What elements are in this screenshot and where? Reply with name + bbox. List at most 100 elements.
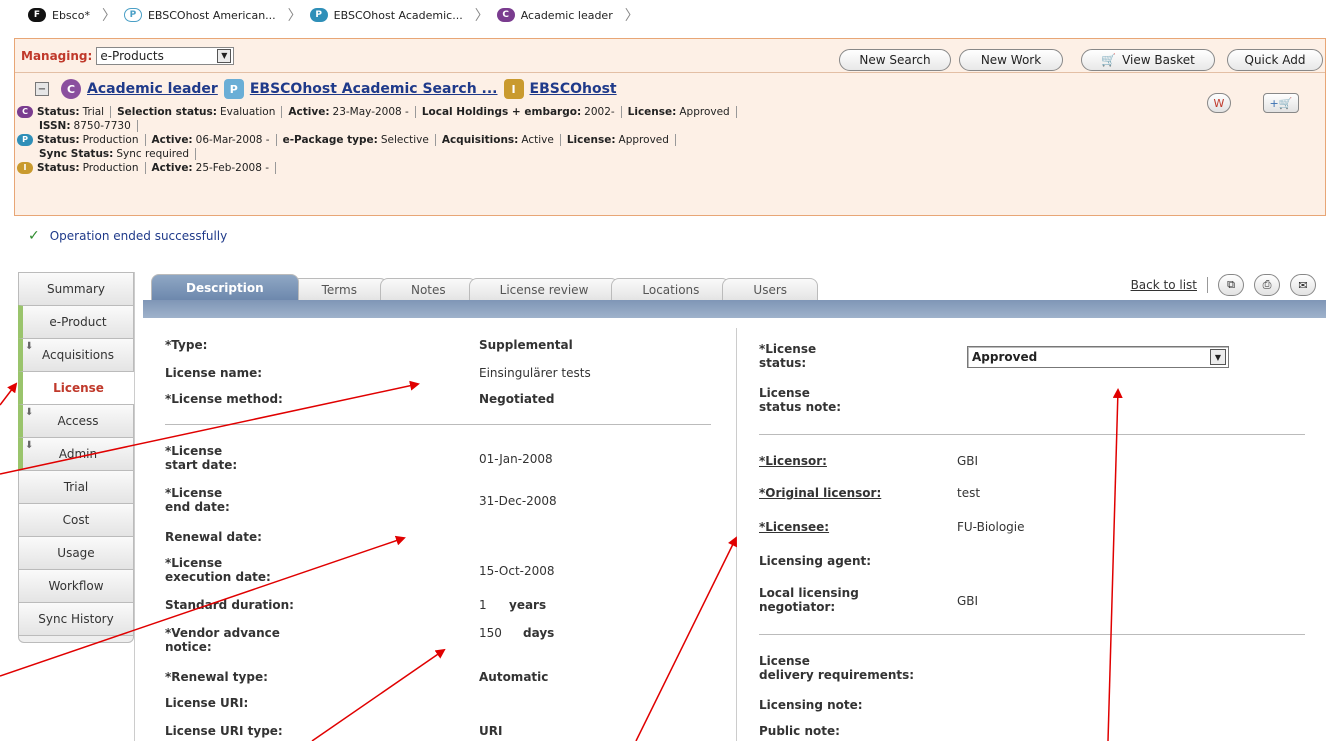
issn-value: 8750-7730 <box>73 120 131 132</box>
view-basket-button[interactable]: 🛒 View Basket <box>1081 49 1215 71</box>
standard-duration-unit: years <box>509 598 547 612</box>
p-badge-icon: P <box>123 8 142 22</box>
tab-terms[interactable]: Terms <box>290 278 388 300</box>
standard-duration-label: Standard duration: <box>165 598 294 612</box>
print-icon[interactable]: ⎙ <box>1254 274 1280 296</box>
package-type-label: e-Package type: <box>282 134 378 146</box>
ebscohost-link[interactable]: EBSCOhost <box>530 81 617 97</box>
licensee-link[interactable]: *Licensee: <box>759 520 829 534</box>
vendor-notice-label: *Vendor advance notice: <box>165 626 280 654</box>
add-to-basket-icon[interactable]: +🛒 <box>1263 93 1299 113</box>
license-uri-type-value: URI <box>479 724 503 738</box>
tab-notes[interactable]: Notes <box>379 278 477 300</box>
label-line: end date: <box>165 500 230 514</box>
copy-icon[interactable]: ⧉ <box>1218 274 1244 296</box>
label-line: execution date: <box>165 570 271 584</box>
sidebar-item-trial[interactable]: Trial <box>18 470 134 503</box>
active-value: 06-Mar-2008 - <box>195 134 270 146</box>
start-date-label: *License start date: <box>165 444 237 472</box>
sidebar-item-workflow[interactable]: Workflow <box>18 569 134 602</box>
sidebar-item-sync-history[interactable]: Sync History <box>18 602 134 635</box>
license-label: License: <box>566 134 616 146</box>
managing-select[interactable]: e-Products ▼ <box>96 46 235 65</box>
collapse-icon[interactable]: − <box>35 82 49 96</box>
label-line: negotiator: <box>759 600 836 614</box>
renewal-type-label: *Renewal type: <box>165 670 268 684</box>
managing-select-value: e-Products <box>100 48 164 63</box>
breadcrumb: F Ebsco* 〉 P EBSCOhost American... 〉 P E… <box>0 0 1326 30</box>
label-line: delivery requirements: <box>759 668 915 682</box>
label-line: *License <box>165 556 223 570</box>
academic-search-link[interactable]: EBSCOhost Academic Search ... <box>250 81 498 97</box>
academic-leader-link[interactable]: Academic leader <box>87 81 218 97</box>
sidebar-item-label: Trial <box>63 480 89 494</box>
breadcrumb-item-american[interactable]: P EBSCOhost American... <box>118 5 286 25</box>
annotation-arrow <box>0 382 18 406</box>
license-uri-label: License URI: <box>165 696 249 710</box>
breadcrumb-label: EBSCOhost American... <box>147 8 276 22</box>
licensor-value: GBI <box>957 454 979 468</box>
sidebar-item-usage[interactable]: Usage <box>18 536 134 569</box>
sidebar-item-license[interactable]: License <box>18 371 134 404</box>
tab-license-review[interactable]: License review <box>468 278 620 300</box>
status-label: Status: <box>37 162 80 174</box>
divider <box>759 434 1305 435</box>
active-label: Active: <box>151 134 193 146</box>
tab-description[interactable]: Description <box>151 274 299 300</box>
license-value: Approved <box>679 106 730 118</box>
success-message-text: Operation ended successfully <box>49 229 228 243</box>
licensor-link[interactable]: *Licensor: <box>759 454 827 468</box>
sidebar-item-access[interactable]: ⬇ Access <box>18 404 134 437</box>
sidebar-item-acquisitions[interactable]: ⬇ Acquisitions <box>18 338 134 371</box>
worldcat-icon[interactable]: W <box>1207 93 1231 113</box>
standard-duration-value: 1 <box>479 598 487 612</box>
breadcrumb-item-academic[interactable]: P EBSCOhost Academic... <box>304 5 473 25</box>
breadcrumb-item-ebsco[interactable]: F Ebsco* <box>22 5 100 25</box>
renewal-date-label: Renewal date: <box>165 530 262 544</box>
new-search-button[interactable]: New Search <box>839 49 951 71</box>
license-label: License: <box>627 106 677 118</box>
original-licensor-link[interactable]: *Original licensor: <box>759 486 881 500</box>
licensing-note-label: Licensing note: <box>759 698 863 712</box>
sidebar-item-cost[interactable]: Cost <box>18 503 134 536</box>
sidebar-item-summary[interactable]: Summary <box>18 272 134 305</box>
license-method-value: Negotiated <box>479 392 555 406</box>
license-value: Approved <box>618 134 669 146</box>
breadcrumb-label: Academic leader <box>520 8 613 22</box>
label-line: start date: <box>165 458 238 472</box>
label-line: *License <box>165 486 223 500</box>
tab-locations[interactable]: Locations <box>611 278 731 300</box>
title-row: − C Academic leader P EBSCOhost Academic… <box>15 73 1325 113</box>
sidebar-item-admin[interactable]: ⬇ Admin <box>18 437 134 470</box>
chevron-right-icon: 〉 <box>287 8 302 24</box>
status-line-p: P Status: Production Active: 06-Mar-2008 -… <box>15 133 1325 147</box>
license-status-select[interactable]: Approved ▼ <box>967 346 1229 368</box>
acquisitions-label: Acquisitions: <box>441 134 519 146</box>
breadcrumb-label: EBSCOhost Academic... <box>333 8 463 22</box>
back-to-list-link[interactable]: Back to list <box>1131 278 1197 292</box>
type-label: *Type: <box>165 338 208 352</box>
license-name-label: License name: <box>165 366 263 380</box>
breadcrumb-item-leader[interactable]: C Academic leader <box>491 5 623 25</box>
package-type-value: Selective <box>380 134 429 146</box>
licensing-agent-label: Licensing agent: <box>759 554 872 568</box>
issn-line: ISSN: 8750-7730 <box>15 119 1325 133</box>
license-panel: Description Terms Notes License review L… <box>134 272 1326 741</box>
divider <box>759 634 1305 635</box>
sidebar-item-e-product[interactable]: e-Product <box>18 305 134 338</box>
license-name-value: Einsingulärer tests <box>479 366 591 380</box>
tab-users[interactable]: Users <box>722 278 819 300</box>
quick-add-button[interactable]: Quick Add <box>1227 49 1323 71</box>
email-icon[interactable]: ✉ <box>1290 274 1316 296</box>
delivery-requirements-label: License delivery requirements: <box>759 654 914 682</box>
arrow-down-icon: ⬇ <box>25 407 34 418</box>
sidebar-item-label: e-Product <box>49 315 107 329</box>
vendor-notice-value: 150 <box>479 626 502 640</box>
sync-line: Sync Status: Sync required <box>15 147 1325 161</box>
end-date-value: 31-Dec-2008 <box>479 494 557 508</box>
basket-icon: 🛒 <box>1101 53 1117 67</box>
f-badge-icon: F <box>28 8 46 22</box>
new-work-button[interactable]: New Work <box>959 49 1063 71</box>
c-badge-icon: C <box>496 8 515 22</box>
divider <box>1207 277 1208 293</box>
